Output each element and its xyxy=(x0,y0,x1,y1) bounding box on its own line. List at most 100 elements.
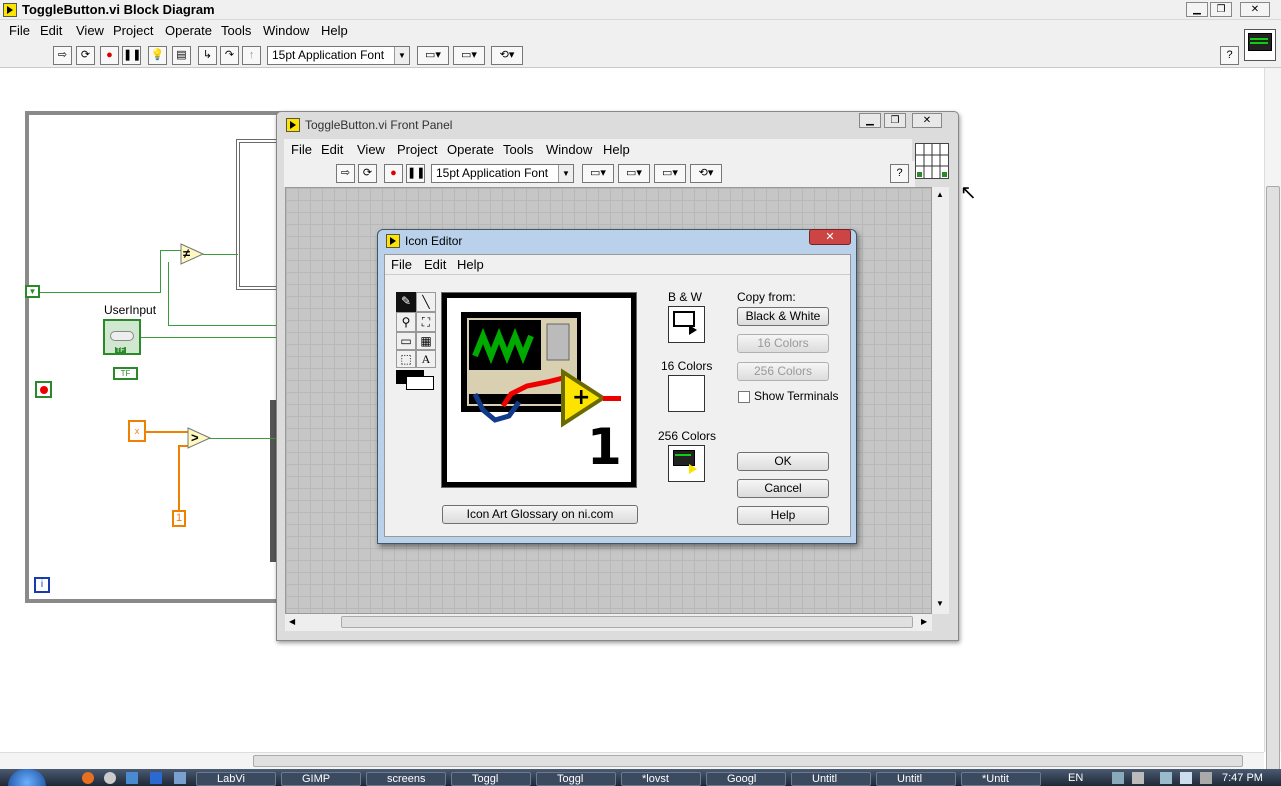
copy-16-colors-button[interactable]: 16 Colors xyxy=(737,334,829,353)
reorder-icon[interactable]: ⟲▾ xyxy=(690,164,722,183)
task-untitled-2[interactable]: Untitl xyxy=(876,772,956,786)
step-into-icon[interactable]: ↳ xyxy=(198,46,217,65)
settings-icon[interactable] xyxy=(104,772,116,784)
select-icon[interactable]: ⬚ xyxy=(396,350,416,368)
switch-windows-icon[interactable] xyxy=(150,772,162,784)
volume-icon[interactable] xyxy=(1200,772,1212,784)
fp-menu-file[interactable]: File xyxy=(291,142,312,157)
firefox-icon[interactable] xyxy=(82,772,94,784)
fp-horizontal-scrollbar[interactable]: ◀ ▶ xyxy=(285,614,932,631)
fill-bucket-icon[interactable]: ⛶ xyxy=(416,312,436,332)
reorder-icon[interactable]: ⟲▾ xyxy=(491,46,523,65)
abort-icon[interactable]: ● xyxy=(100,46,119,65)
run-arrow-icon[interactable]: ⇨ xyxy=(336,164,355,183)
shift-register-icon[interactable]: ▼ xyxy=(25,285,40,298)
fp-close-button[interactable]: ✕ xyxy=(912,113,942,128)
tf-constant[interactable]: TF xyxy=(113,367,138,380)
numeric-constant[interactable]: 1 xyxy=(172,510,186,527)
distribute-objects-icon[interactable]: ▭▾ xyxy=(618,164,650,183)
pencil-icon[interactable]: ✎ xyxy=(396,292,416,312)
step-over-icon[interactable]: ↷ xyxy=(220,46,239,65)
menu-help[interactable]: Help xyxy=(321,23,348,38)
menu-file[interactable]: File xyxy=(9,23,30,38)
menu-tools[interactable]: Tools xyxy=(221,23,251,38)
fp-menu-view[interactable]: View xyxy=(357,142,385,157)
align-objects-icon[interactable]: ▭▾ xyxy=(417,46,449,65)
ie-menu-edit[interactable]: Edit xyxy=(424,257,446,272)
ie-close-button[interactable]: ✕ xyxy=(809,229,851,245)
colors256-preview[interactable] xyxy=(668,445,705,482)
context-help-icon[interactable]: ? xyxy=(890,164,909,183)
line-icon[interactable]: ╲ xyxy=(416,292,436,312)
pause-icon[interactable]: ❚❚ xyxy=(122,46,141,65)
filled-rectangle-icon[interactable]: ▦ xyxy=(416,332,436,350)
close-button[interactable]: ✕ xyxy=(1240,2,1270,17)
cancel-button[interactable]: Cancel xyxy=(737,479,829,498)
dropper-icon[interactable]: ⚲ xyxy=(396,312,416,332)
scroll-left-icon[interactable]: ◀ xyxy=(289,617,295,626)
language-indicator[interactable]: EN xyxy=(1068,772,1083,784)
vertical-scrollbar[interactable] xyxy=(1264,68,1281,786)
x-terminal[interactable]: x xyxy=(128,420,146,442)
task-labview[interactable]: LabVi xyxy=(196,772,276,786)
rectangle-icon[interactable]: ▭ xyxy=(396,332,416,350)
fp-maximize-button[interactable]: ❐ xyxy=(884,113,906,128)
retain-wire-values-icon[interactable]: ▤ xyxy=(172,46,191,65)
greater-node[interactable]: > xyxy=(187,427,212,449)
ie-menu-file[interactable]: File xyxy=(391,257,412,272)
quick-launch-icon[interactable] xyxy=(174,772,186,784)
context-help-icon[interactable]: ? xyxy=(1220,46,1239,65)
tray-icon[interactable] xyxy=(1112,772,1124,784)
ok-button[interactable]: OK xyxy=(737,452,829,471)
background-color-swatch[interactable] xyxy=(406,376,434,390)
tray-icon[interactable] xyxy=(1160,772,1172,784)
run-continuously-icon[interactable]: ⟳ xyxy=(76,46,95,65)
fp-menu-operate[interactable]: Operate xyxy=(447,142,494,157)
fp-horizontal-scroll-thumb[interactable] xyxy=(341,616,913,628)
task-toggl-1[interactable]: Toggl xyxy=(451,772,531,786)
icon-canvas[interactable]: + 1 xyxy=(441,292,637,488)
tray-icon[interactable] xyxy=(1132,772,1144,784)
text-icon[interactable]: A xyxy=(416,350,436,368)
ie-menu-help[interactable]: Help xyxy=(457,257,484,272)
minimize-button[interactable]: ▁ xyxy=(1186,2,1208,17)
task-gimp[interactable]: GIMP xyxy=(281,772,361,786)
menu-operate[interactable]: Operate xyxy=(165,23,212,38)
task-screens[interactable]: screens xyxy=(366,772,446,786)
fp-menu-project[interactable]: Project xyxy=(397,142,437,157)
task-toggl-2[interactable]: Toggl xyxy=(536,772,616,786)
pause-icon[interactable]: ❚❚ xyxy=(406,164,425,183)
menu-project[interactable]: Project xyxy=(113,23,153,38)
distribute-objects-icon[interactable]: ▭▾ xyxy=(453,46,485,65)
not-equal-node[interactable]: ≠ xyxy=(180,243,205,265)
task-untitled-3[interactable]: *Untit xyxy=(961,772,1041,786)
icon-canvas-area[interactable]: + 1 xyxy=(447,298,631,482)
font-select[interactable]: 15pt Application Font ▼ xyxy=(267,46,410,65)
resize-objects-icon[interactable]: ▭▾ xyxy=(654,164,686,183)
connector-pane-icon[interactable] xyxy=(915,143,949,179)
show-desktop-icon[interactable] xyxy=(126,772,138,784)
horizontal-scroll-thumb[interactable] xyxy=(253,755,1243,767)
network-icon[interactable] xyxy=(1180,772,1192,784)
copy-bw-button[interactable]: Black & White xyxy=(737,307,829,326)
fp-menu-tools[interactable]: Tools xyxy=(503,142,533,157)
align-objects-icon[interactable]: ▭▾ xyxy=(582,164,614,183)
colors16-preview[interactable] xyxy=(668,375,705,412)
bw-preview[interactable] xyxy=(668,306,705,343)
fp-font-select[interactable]: 15pt Application Font ▼ xyxy=(431,164,574,183)
task-untitled-1[interactable]: Untitl xyxy=(791,772,871,786)
copy-256-colors-button[interactable]: 256 Colors xyxy=(737,362,829,381)
task-lovst[interactable]: *lovst xyxy=(621,772,701,786)
run-continuously-icon[interactable]: ⟳ xyxy=(358,164,377,183)
userinput-terminal[interactable]: TF xyxy=(103,319,141,355)
step-out-icon[interactable]: ↑ xyxy=(242,46,261,65)
fp-menu-help[interactable]: Help xyxy=(603,142,630,157)
task-google[interactable]: Googl xyxy=(706,772,786,786)
help-button[interactable]: Help xyxy=(737,506,829,525)
menu-edit[interactable]: Edit xyxy=(40,23,62,38)
clock[interactable]: 7:47 PM xyxy=(1222,772,1263,784)
menu-view[interactable]: View xyxy=(76,23,104,38)
stop-terminal[interactable] xyxy=(35,381,52,398)
run-arrow-icon[interactable]: ⇨ xyxy=(53,46,72,65)
fp-vertical-scrollbar[interactable]: ▲ ▼ xyxy=(932,187,949,614)
